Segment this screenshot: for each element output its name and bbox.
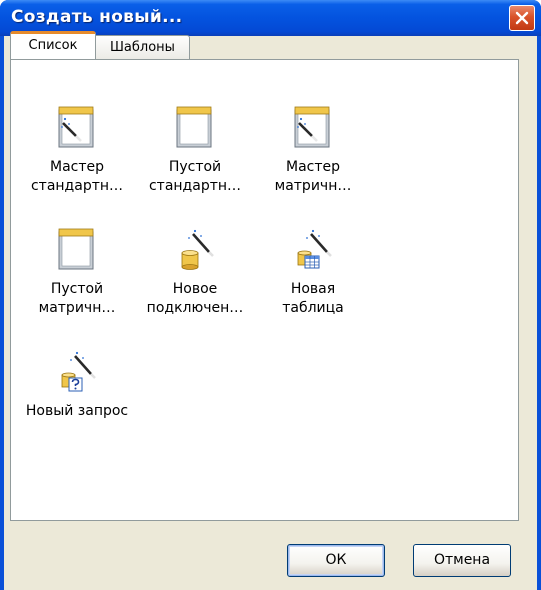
list-item-new-connection[interactable]: Новое подключен…: [136, 225, 254, 318]
list-item-label: Мастер стандартн…: [30, 159, 124, 194]
list-item-wizard-standard[interactable]: Мастер стандартн…: [18, 103, 136, 196]
list-item-label: Новый запрос: [25, 403, 129, 419]
list-item-label: Новая таблица: [282, 281, 344, 316]
list-item-label: Пустой стандартн…: [148, 159, 242, 194]
cancel-button[interactable]: Отмена: [413, 544, 511, 577]
wizard-report-icon: [294, 106, 330, 148]
new-table-icon: [297, 229, 332, 269]
list-item-wizard-matrix[interactable]: Мастер матричн…: [254, 103, 372, 196]
tab-list[interactable]: Список: [10, 31, 96, 59]
list-item-blank-standard[interactable]: Пустой стандартн…: [136, 103, 254, 196]
list-item-label: Мастер матричн…: [274, 159, 352, 194]
wizard-report-icon: [58, 106, 94, 148]
close-button[interactable]: [509, 5, 535, 31]
new-connection-icon: [181, 229, 214, 270]
list-item-label: Новое подключен…: [146, 281, 244, 316]
new-query-icon: [61, 351, 96, 392]
list-item-blank-matrix[interactable]: Пустой матричн…: [18, 225, 136, 318]
blank-report-icon: [176, 106, 212, 148]
list-item-label: Пустой матричн…: [38, 281, 116, 316]
close-icon: [515, 11, 529, 25]
dialog-title: Создать новый...: [11, 7, 183, 27]
ok-button[interactable]: ОК: [287, 544, 385, 577]
list-item-new-query[interactable]: Новый запрос: [18, 347, 136, 421]
blank-report-icon: [58, 228, 94, 270]
list-item-new-table[interactable]: Новая таблица: [254, 225, 372, 318]
tab-templates[interactable]: Шаблоны: [96, 35, 190, 59]
new-items-list: Мастер стандартн… Пустой стандартн… Маст…: [18, 103, 519, 513]
